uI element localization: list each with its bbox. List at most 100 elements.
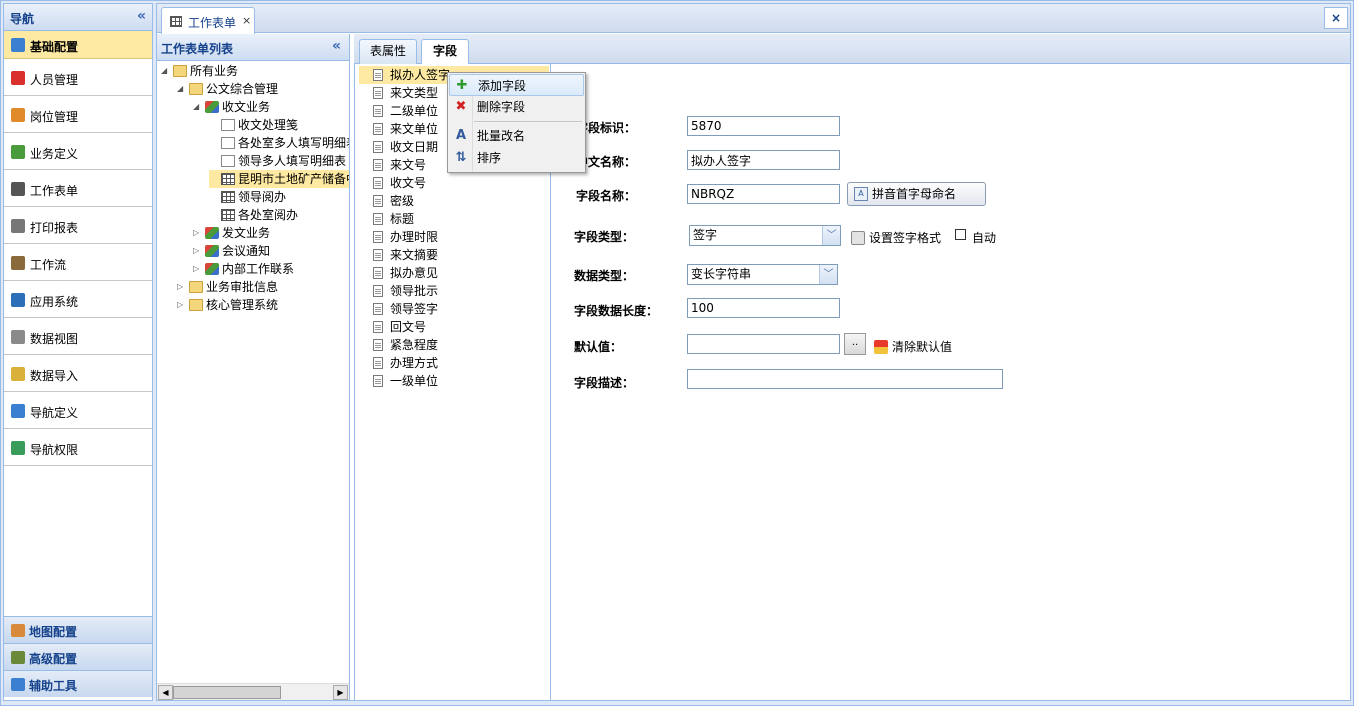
default-value-input[interactable] <box>687 334 840 354</box>
tab-fields[interactable]: 字段 <box>421 39 469 65</box>
field-list-item[interactable]: 办理时限 <box>359 228 549 246</box>
nav-collapse-icon[interactable]: « <box>137 8 146 24</box>
nav-item-5[interactable]: 工作表单 <box>4 171 152 207</box>
clear-default-label: 清除默认值 <box>892 340 953 354</box>
tree-node[interactable]: ▷ 内部工作联系 <box>193 260 349 278</box>
tree-expander-icon[interactable]: ▷ <box>193 224 203 242</box>
nav-item-1[interactable]: 基础配置 <box>4 31 152 59</box>
nav-item-label: 工作流 <box>30 258 67 272</box>
panel-close-button[interactable]: × <box>1324 7 1348 29</box>
tree-expander-icon[interactable]: ▷ <box>177 278 187 296</box>
folder-icon <box>189 83 203 95</box>
field-length-input[interactable] <box>687 298 840 318</box>
nav-section-3[interactable]: 辅助工具 <box>4 670 152 697</box>
field-list-item[interactable]: 收文号 <box>359 174 549 192</box>
default-value-label: 默认值： <box>574 340 623 354</box>
field-type-label: 字段类型： <box>574 230 635 244</box>
default-value-picker-button[interactable]: .. <box>844 333 866 355</box>
field-type-select[interactable]: 签字 ﹀ <box>689 225 841 246</box>
nav-item-label: 导航定义 <box>30 406 79 420</box>
nav-item-12[interactable]: 导航权限 <box>4 430 152 466</box>
tree-expander-icon[interactable]: ▷ <box>193 260 203 278</box>
tree-horizontal-scrollbar[interactable]: ◀ ▶ <box>157 683 349 700</box>
field-description-input[interactable] <box>687 369 1003 389</box>
tools-icon <box>11 678 25 691</box>
field-document-icon <box>373 267 383 279</box>
form-list-panel: 工作表单列表 « ◢ 所有业务 ◢ 公文综合管理 ◢ 收文业务 收文处理笺 各处室多人填写明细… <box>157 34 350 700</box>
menu-item-delete[interactable]: ✖ 删除字段 <box>449 96 584 118</box>
set-signature-format-label: 设置签字格式 <box>869 231 942 245</box>
nav-item-4[interactable]: 业务定义 <box>4 134 152 170</box>
tree-node[interactable]: 各处室阅办 <box>209 206 349 224</box>
nav-item-label: 数据导入 <box>30 369 79 383</box>
menu-item-rename[interactable]: A 批量改名 <box>449 125 584 147</box>
field-list-item[interactable]: 密级 <box>359 192 549 210</box>
tree-node[interactable]: ◢ 公文综合管理 <box>177 80 349 98</box>
field-list-item[interactable]: 领导批示 <box>359 282 549 300</box>
data-type-select[interactable]: 变长字符串 ﹀ <box>687 264 838 285</box>
tree-expander-icon[interactable]: ▷ <box>193 242 203 260</box>
field-list-item[interactable]: 紧急程度 <box>359 336 549 354</box>
field-list-label: 收文日期 <box>390 140 439 154</box>
clear-default-link[interactable]: 清除默认值 <box>874 338 952 355</box>
pinyin-naming-button[interactable]: A 拼音首字母命名 <box>847 182 986 206</box>
scroll-thumb[interactable] <box>173 686 281 699</box>
tree-node[interactable]: 收文处理笺 <box>209 116 349 134</box>
nav-item-9[interactable]: 数据视图 <box>4 319 152 355</box>
tree-node[interactable]: ▷ 业务审批信息 <box>177 278 349 296</box>
field-list-item[interactable]: 办理方式 <box>359 354 549 372</box>
tree-expander-icon[interactable]: ◢ <box>193 98 203 116</box>
nav-item-8[interactable]: 应用系统 <box>4 282 152 318</box>
field-list-item[interactable]: 回文号 <box>359 318 549 336</box>
tree-expander-icon[interactable]: ◢ <box>177 80 187 98</box>
field-list-item[interactable]: 拟办意见 <box>359 264 549 282</box>
set-signature-format-link[interactable]: 设置签字格式 <box>851 229 941 246</box>
field-list-label: 收文号 <box>390 176 427 190</box>
menu-item-add[interactable]: ✚ 添加字段 <box>449 74 584 96</box>
field-list-item[interactable]: 领导签字 <box>359 300 549 318</box>
chinese-name-input[interactable] <box>687 150 840 170</box>
nav-item-10[interactable]: 数据导入 <box>4 356 152 392</box>
auto-checkbox[interactable] <box>955 229 966 240</box>
nav-item-7[interactable]: 工作流 <box>4 245 152 281</box>
tree-node[interactable]: 各处室多人填写明细表 <box>209 134 349 152</box>
tree-node[interactable]: ▷ 核心管理系统 <box>177 296 349 314</box>
field-id-input[interactable] <box>687 116 840 136</box>
field-list-label: 拟办意见 <box>390 266 439 280</box>
tab-close-icon[interactable]: × <box>242 14 251 27</box>
chevron-down-icon[interactable]: ﹀ <box>819 265 837 284</box>
field-list-item[interactable]: 标题 <box>359 210 549 228</box>
field-list-label: 办理方式 <box>390 356 439 370</box>
nav-section-1[interactable]: 地图配置 <box>4 616 152 643</box>
tree-expander-icon[interactable]: ◢ <box>161 62 171 80</box>
scroll-left-icon[interactable]: ◀ <box>158 685 173 700</box>
tree-node[interactable]: ◢ 收文业务 <box>193 98 349 116</box>
tree-node[interactable]: 领导阅办 <box>209 188 349 206</box>
field-list-label: 来文类型 <box>390 86 439 100</box>
tab-table-properties[interactable]: 表属性 <box>359 39 417 64</box>
nav-item-label: 基础配置 <box>30 40 79 54</box>
tree-node[interactable]: ▷ 会议通知 <box>193 242 349 260</box>
nav-item-3[interactable]: 岗位管理 <box>4 97 152 133</box>
tree-node[interactable]: ▷ 发文业务 <box>193 224 349 242</box>
advanced-icon <box>11 651 25 664</box>
field-name-input[interactable] <box>687 184 840 204</box>
tree-expander-icon[interactable]: ▷ <box>177 296 187 314</box>
field-properties-form: 字段标识： 中文名称： 字段名称： A 拼音首字母命名 字段类型： 签字 ﹀ 设… <box>552 64 1350 700</box>
nav-item-11[interactable]: 导航定义 <box>4 393 152 429</box>
nav-item-2[interactable]: 人员管理 <box>4 60 152 96</box>
nav-item-6[interactable]: 打印报表 <box>4 208 152 244</box>
tree-node[interactable]: 领导多人填写明细表 <box>209 152 349 170</box>
field-list-item[interactable]: 一级单位 <box>359 372 549 390</box>
tree-node[interactable]: 昆明市土地矿产储备中心 <box>209 170 349 188</box>
tab-work-form[interactable]: 工作表单 × <box>161 7 255 34</box>
document-icon <box>221 137 235 149</box>
scroll-right-icon[interactable]: ▶ <box>333 685 348 700</box>
tree-node[interactable]: ◢ 所有业务 <box>161 62 349 80</box>
tree-node-label: 各处室阅办 <box>238 208 299 222</box>
chevron-down-icon[interactable]: ﹀ <box>822 226 840 245</box>
form-list-collapse-icon[interactable]: « <box>332 38 341 54</box>
field-list-item[interactable]: 来文摘要 <box>359 246 549 264</box>
nav-section-2[interactable]: 高级配置 <box>4 643 152 670</box>
menu-item-sort[interactable]: ⇅ 排序 <box>449 147 584 169</box>
